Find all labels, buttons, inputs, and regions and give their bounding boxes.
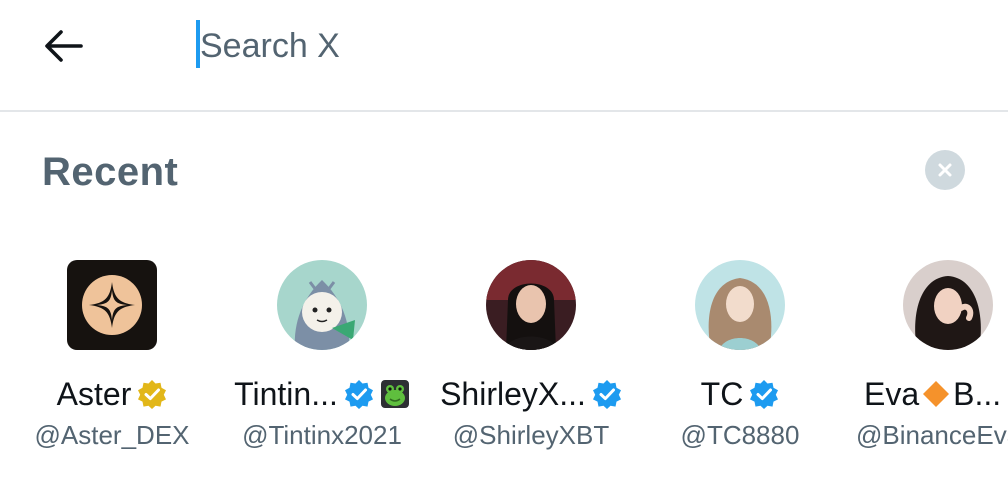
avatar [903,260,993,350]
account-name-row: TC [640,374,840,414]
back-arrow-icon [45,30,83,62]
blue-verified-icon [344,380,373,409]
recent-account-tintin[interactable]: Tintin... @Tintinx2021 [222,258,422,458]
account-handle: @Aster_DEX [34,420,190,450]
search-input[interactable] [196,26,960,66]
frog-emoji-icon [380,380,409,408]
gold-verified-icon [138,380,167,409]
recent-account-tc[interactable]: TC @TC8880 [640,258,840,458]
account-handle: @ShirleyXBT [452,420,610,450]
text-cursor [196,20,200,68]
search-header [0,0,1008,112]
back-button[interactable] [40,24,86,68]
account-name: Tintin... [234,375,338,412]
account-name-row: ShirleyX... [431,374,631,414]
avatar [486,260,576,350]
avatar [67,260,157,350]
clear-recent-button[interactable] [925,150,965,190]
recent-accounts-list: Aster @Aster_DEX Tintin... @Tintinx2021 … [0,258,1008,458]
search-field[interactable] [196,20,976,72]
account-handle: @Tintinx2021 [242,420,402,450]
orange-diamond-icon [923,381,950,407]
account-name: Aster [56,375,132,412]
recent-account-shirleyx[interactable]: ShirleyX... @ShirleyXBT [431,258,631,458]
recent-account-aster[interactable]: Aster @Aster_DEX [12,258,212,458]
account-name-suffix: B... [953,375,1002,412]
blue-verified-icon [592,380,621,409]
avatar [277,260,367,350]
close-icon [938,163,952,177]
recent-account-eva[interactable]: Eva B... @BinanceEva [848,258,1008,458]
search-screen: Recent Aster @A [0,0,1008,477]
account-name-row: Aster [12,374,212,414]
account-handle: @TC8880 [680,420,800,450]
recent-title: Recent [42,150,179,194]
blue-verified-icon [750,380,779,409]
account-name-prefix: Eva [864,375,920,412]
account-name: ShirleyX... [440,375,586,412]
account-name: TC [700,375,744,412]
account-handle: @BinanceEva [856,420,1008,450]
account-name-row: Tintin... [222,374,422,414]
avatar [695,260,785,350]
account-name-row: Eva B... [850,374,1008,414]
